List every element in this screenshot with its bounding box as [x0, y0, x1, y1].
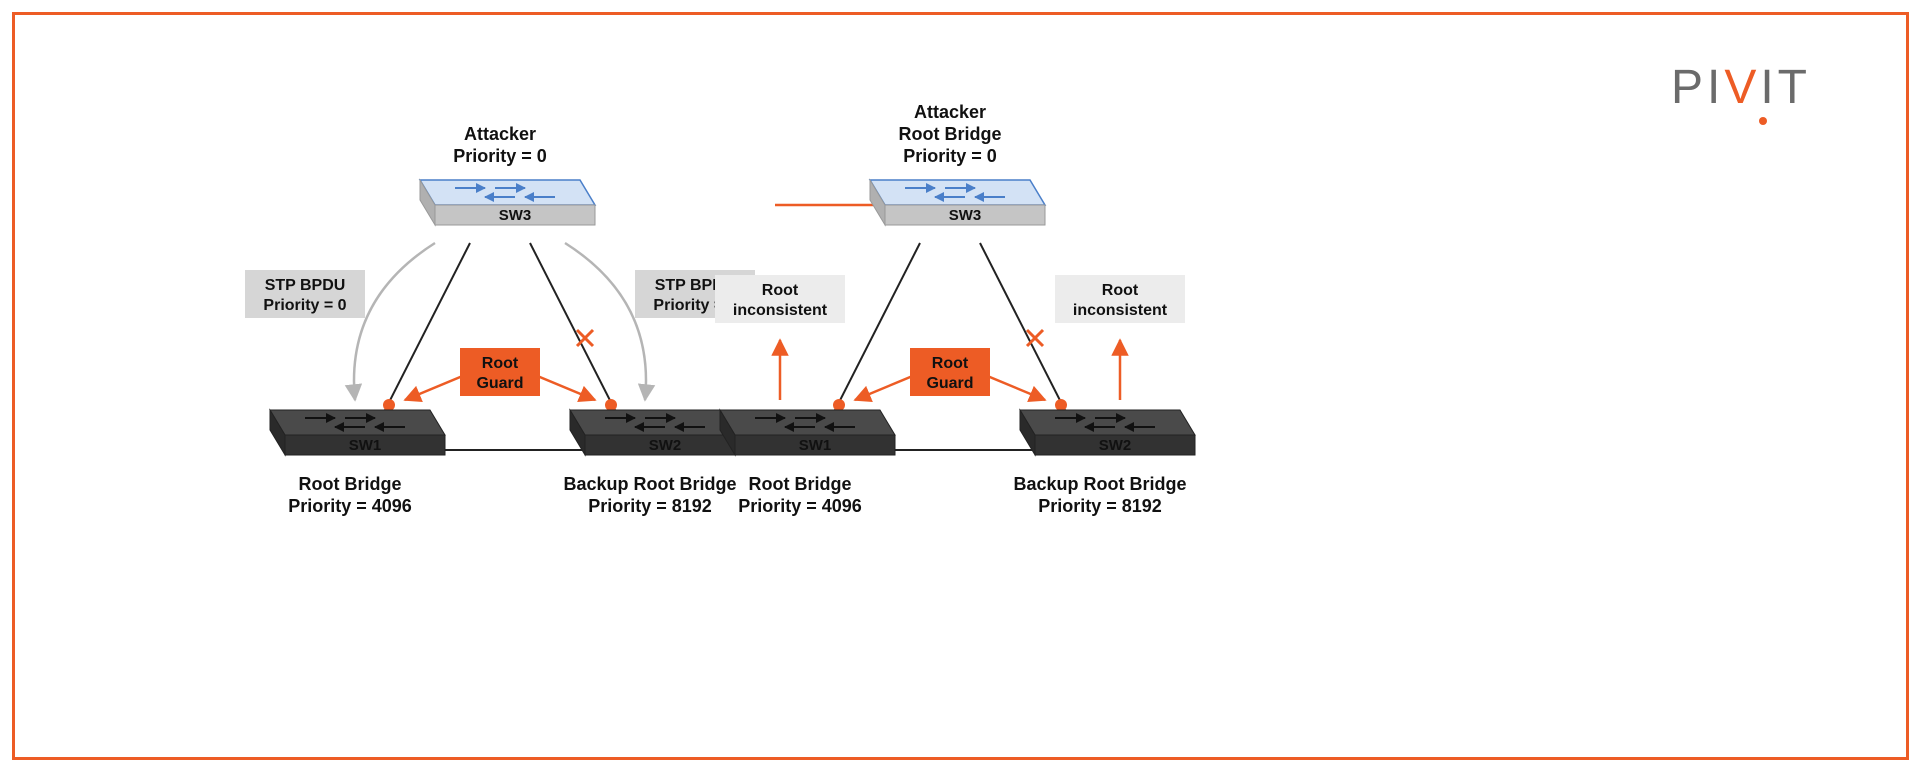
sw2-title: Backup Root Bridge — [1013, 474, 1186, 494]
sw3-title1: Attacker — [914, 102, 986, 122]
root-guard-box: Root Guard — [460, 348, 540, 396]
switch-sw3: SW3 — [420, 180, 595, 225]
sw1-title: Root Bridge — [749, 474, 852, 494]
switch-sw2: SW2 — [570, 410, 745, 455]
svg-text:inconsistent: inconsistent — [733, 302, 828, 319]
svg-text:STP BPDU: STP BPDU — [265, 277, 346, 294]
network-diagram: SW3 Attacker Priority = 0 STP BPDU Prior… — [0, 0, 1921, 772]
sw3-priority: Priority = 0 — [453, 146, 547, 166]
sw3-title: Attacker — [464, 124, 536, 144]
switch-sw1: SW1 — [270, 410, 445, 455]
inc-box-right: Root inconsistent — [1055, 275, 1185, 323]
sw3-title3: Priority = 0 — [903, 146, 997, 166]
svg-text:Guard: Guard — [926, 375, 973, 392]
sw2-priority: Priority = 8192 — [1038, 496, 1162, 516]
svg-text:Root: Root — [762, 282, 799, 299]
switch-label: SW3 — [949, 207, 982, 224]
sw2-priority: Priority = 8192 — [588, 496, 712, 516]
svg-text:Root: Root — [482, 355, 519, 372]
svg-text:Root: Root — [1102, 282, 1139, 299]
svg-text:Guard: Guard — [476, 375, 523, 392]
switch-label: SW2 — [1099, 437, 1132, 454]
svg-text:Root: Root — [932, 355, 969, 372]
bpdu-box-left: STP BPDU Priority = 0 — [245, 270, 365, 318]
inc-box-left: Root inconsistent — [715, 275, 845, 323]
switch-label: SW1 — [349, 437, 382, 454]
sw2-title: Backup Root Bridge — [563, 474, 736, 494]
switch-label: SW2 — [649, 437, 682, 454]
left-panel: SW3 Attacker Priority = 0 STP BPDU Prior… — [245, 124, 755, 516]
switch-label: SW1 — [799, 437, 832, 454]
sw1-title: Root Bridge — [299, 474, 402, 494]
svg-text:Priority = 0: Priority = 0 — [263, 297, 346, 314]
svg-text:inconsistent: inconsistent — [1073, 302, 1168, 319]
switch-sw1: SW1 — [720, 410, 895, 455]
sw1-priority: Priority = 4096 — [738, 496, 862, 516]
switch-sw2: SW2 — [1020, 410, 1195, 455]
root-guard-box: Root Guard — [910, 348, 990, 396]
right-panel: SW3 Attacker Root Bridge Priority = 0 Ro… — [715, 102, 1195, 516]
switch-label: SW3 — [499, 207, 532, 224]
switch-sw3: SW3 — [870, 180, 1045, 225]
sw1-priority: Priority = 4096 — [288, 496, 412, 516]
sw3-title2: Root Bridge — [899, 124, 1002, 144]
